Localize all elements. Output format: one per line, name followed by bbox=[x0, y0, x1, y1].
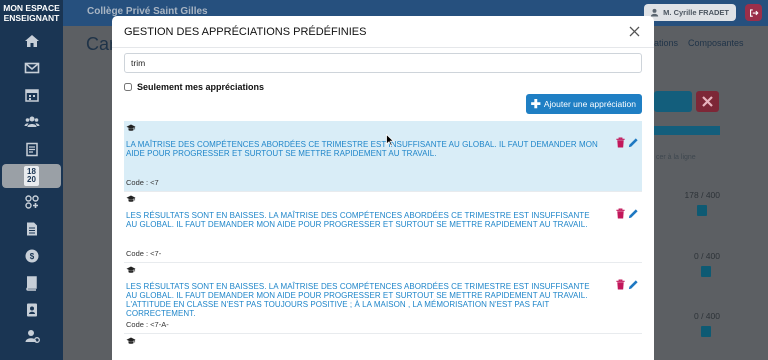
trash-icon[interactable] bbox=[615, 208, 626, 219]
only-mine-label: Seulement mes appréciations bbox=[137, 82, 265, 92]
add-appreciation-label: Ajouter une appréciation bbox=[543, 99, 636, 109]
sidebar-item-homework[interactable] bbox=[0, 135, 63, 162]
home-icon bbox=[24, 35, 39, 48]
pencil-icon[interactable] bbox=[628, 279, 639, 290]
bg-line-hint: cer à la ligne bbox=[656, 154, 696, 161]
logout-icon bbox=[749, 8, 759, 17]
coin-icon: $ bbox=[25, 249, 38, 263]
contact-icon bbox=[26, 303, 37, 317]
sidebar: MON ESPACE ENSEIGNANT 18 20 $ bbox=[0, 0, 63, 360]
sidebar-item-home[interactable] bbox=[0, 28, 63, 55]
pencil-icon[interactable] bbox=[628, 208, 639, 219]
add-appreciation-button[interactable]: ✚ Ajouter une appréciation bbox=[525, 94, 642, 114]
graduation-cap-icon bbox=[126, 124, 136, 131]
appreciation-text: LA MAÎTRISE DES COMPÉTENCES ABORDÉES CE … bbox=[126, 140, 598, 158]
appreciation-list: LA MAÎTRISE DES COMPÉTENCES ABORDÉES CE … bbox=[124, 121, 642, 360]
sidebar-item-grades[interactable]: 18 20 bbox=[2, 163, 61, 188]
sidebar-item-contacts[interactable] bbox=[0, 296, 63, 323]
appreciation-text: LES RÉSULTATS SONT EN BAISSES. LA MAÎTRI… bbox=[126, 211, 590, 229]
search-input[interactable] bbox=[124, 53, 642, 73]
sidebar-item-documents[interactable] bbox=[0, 216, 63, 243]
clipboard-icon bbox=[25, 142, 38, 156]
item-actions bbox=[615, 208, 639, 219]
close-icon[interactable] bbox=[626, 24, 642, 40]
sidebar-item-library[interactable] bbox=[0, 269, 63, 296]
bg-delete-button[interactable] bbox=[696, 91, 719, 112]
page-title: Car bbox=[86, 34, 116, 54]
appreciation-text: LES RÉSULTATS SONT EN BAISSES. LA MAÎTRI… bbox=[126, 282, 590, 318]
bg-score-2: 0 / 400 bbox=[694, 251, 720, 261]
appreciations-modal: GESTION DES APPRÉCIATIONS PRÉDÉFINIES Se… bbox=[112, 16, 654, 360]
document-icon bbox=[26, 222, 37, 236]
date-badge-bottom: 20 bbox=[27, 174, 36, 184]
bg-book-icon-2[interactable] bbox=[701, 266, 711, 277]
item-actions bbox=[615, 137, 639, 148]
appreciation-code: Code : <7-A- bbox=[126, 320, 169, 329]
grid-icon bbox=[24, 195, 39, 210]
list-item[interactable] bbox=[124, 334, 642, 360]
only-mine-checkbox[interactable] bbox=[124, 83, 132, 91]
date-badge: 18 20 bbox=[24, 165, 39, 186]
mail-icon bbox=[24, 62, 39, 74]
sidebar-item-classes[interactable] bbox=[0, 108, 63, 135]
book-icon bbox=[25, 276, 37, 291]
pencil-icon[interactable] bbox=[628, 137, 639, 148]
users-icon bbox=[24, 116, 39, 127]
tab-composantes[interactable]: Composantes bbox=[688, 38, 744, 48]
svg-text:$: $ bbox=[29, 252, 34, 261]
appreciation-code: Code : <7 bbox=[126, 178, 159, 187]
item-actions bbox=[615, 279, 639, 290]
sidebar-item-messages[interactable] bbox=[0, 55, 63, 82]
brand-line-2: ENSEIGNANT bbox=[3, 13, 60, 23]
trash-icon[interactable] bbox=[615, 279, 626, 290]
appreciation-code: Code : <7- bbox=[126, 249, 162, 258]
only-mine-filter[interactable]: Seulement mes appréciations bbox=[124, 82, 264, 92]
calendar-icon bbox=[24, 89, 39, 102]
sidebar-item-payments[interactable]: $ bbox=[0, 243, 63, 270]
tab-appreciations[interactable]: ations bbox=[654, 38, 678, 48]
modal-title: GESTION DES APPRÉCIATIONS PRÉDÉFINIES bbox=[124, 25, 367, 38]
list-item[interactable]: LES RÉSULTATS SONT EN BAISSES. LA MAÎTRI… bbox=[124, 263, 642, 334]
graduation-cap-icon bbox=[126, 195, 136, 202]
trash-icon[interactable] bbox=[615, 137, 626, 148]
graduation-cap-icon bbox=[126, 337, 136, 344]
bg-book-icon-3[interactable] bbox=[701, 326, 711, 337]
logout-button[interactable] bbox=[745, 4, 762, 21]
mouse-cursor-icon bbox=[386, 134, 394, 146]
user-settings-icon bbox=[25, 330, 40, 344]
brand-line-1: MON ESPACE bbox=[3, 3, 60, 13]
list-item[interactable]: LA MAÎTRISE DES COMPÉTENCES ABORDÉES CE … bbox=[124, 121, 642, 192]
sidebar-item-calendar[interactable] bbox=[0, 82, 63, 109]
brand-logo[interactable]: MON ESPACE ENSEIGNANT bbox=[0, 0, 63, 28]
modal-header: GESTION DES APPRÉCIATIONS PRÉDÉFINIES bbox=[112, 16, 654, 48]
sidebar-item-competences[interactable] bbox=[0, 189, 63, 216]
sidebar-item-account[interactable] bbox=[0, 323, 63, 350]
bg-score-1: 178 / 400 bbox=[684, 190, 720, 200]
graduation-cap-icon bbox=[126, 266, 136, 273]
user-icon bbox=[651, 8, 659, 17]
bg-book-icon-1[interactable] bbox=[697, 205, 707, 216]
list-item[interactable]: LES RÉSULTATS SONT EN BAISSES. LA MAÎTRI… bbox=[124, 192, 642, 263]
bg-header-bar bbox=[654, 126, 720, 135]
bg-print-button[interactable] bbox=[669, 91, 692, 112]
plus-icon: ✚ bbox=[530, 97, 541, 111]
close-icon bbox=[702, 96, 713, 107]
user-menu-button[interactable]: M. Cyrille FRADET bbox=[644, 4, 736, 21]
user-name: M. Cyrille FRADET bbox=[663, 8, 729, 17]
bg-score-3: 0 / 400 bbox=[694, 311, 720, 321]
